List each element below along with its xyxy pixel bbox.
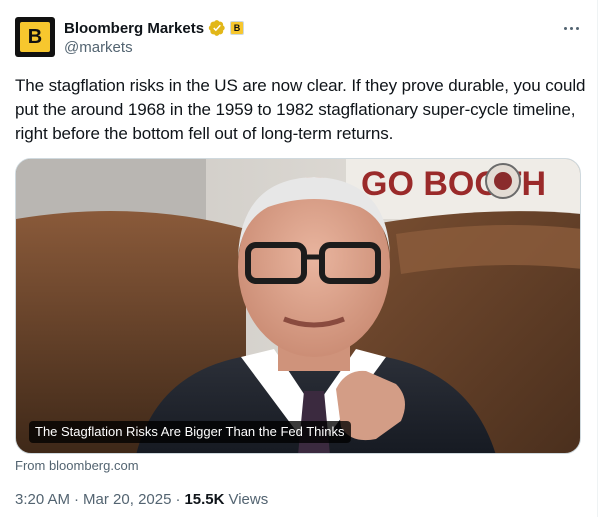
author-name-row: Bloomberg Markets B (64, 18, 245, 38)
bloomberg-logo-icon: B (20, 22, 50, 52)
verified-badge-icon[interactable] (208, 19, 226, 37)
dot (569, 26, 573, 30)
card-source[interactable]: From bloomberg.com (15, 458, 139, 473)
separator: · (74, 491, 80, 508)
display-name[interactable]: Bloomberg Markets (64, 20, 204, 37)
more-options-icon[interactable] (558, 18, 584, 38)
avatar[interactable]: B (15, 17, 55, 57)
tweet: B Bloomberg Markets B @markets The stagf… (0, 0, 598, 517)
views-label: Views (228, 491, 269, 508)
dot (563, 26, 567, 30)
views-count[interactable]: 15.5K (184, 491, 224, 508)
affiliate-badge-icon[interactable]: B (230, 21, 245, 35)
tweet-meta: 3:20 AM · Mar 20, 2025 · 15.5K Views (15, 491, 268, 508)
card-title[interactable]: The Stagflation Risks Are Bigger Than th… (29, 421, 351, 443)
separator: · (175, 491, 181, 508)
tweet-text: The stagflation risks in the US are now … (15, 76, 586, 143)
handle[interactable]: @markets (64, 39, 133, 56)
tweet-date[interactable]: Mar 20, 2025 (83, 491, 171, 508)
card-image: GO BOOTH (16, 159, 580, 453)
tweet-time[interactable]: 3:20 AM (15, 491, 70, 508)
link-card[interactable]: GO BOOTH The Stagflation Risks Are Bigge… (15, 158, 581, 454)
dot (575, 26, 579, 30)
